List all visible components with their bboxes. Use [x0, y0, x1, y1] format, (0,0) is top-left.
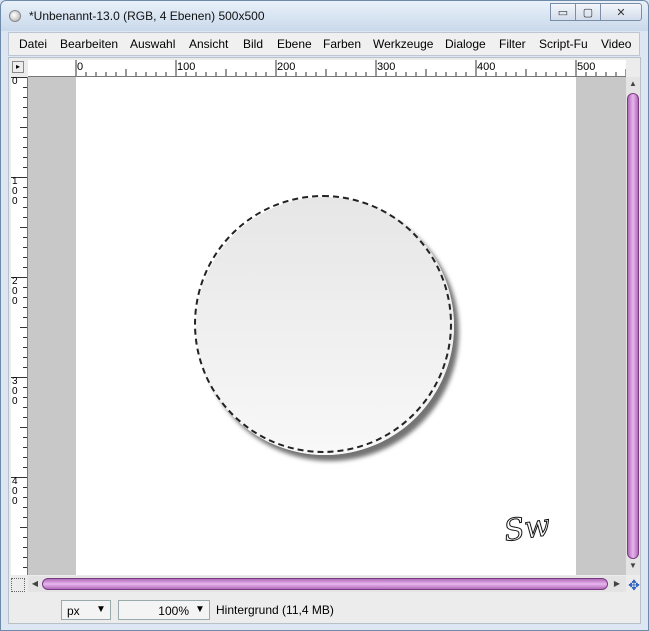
menu-bild[interactable]: Bild — [243, 37, 263, 51]
hruler-label-200: 200 — [277, 61, 296, 73]
menu-bearbeiten[interactable]: Bearbeiten — [60, 37, 118, 51]
canvas-area[interactable]: Sw — [28, 77, 626, 575]
selection-marching-ants — [194, 195, 452, 453]
maximize-button[interactable]: ▢ — [575, 3, 601, 21]
unit-selector[interactable]: px ▼ — [61, 600, 111, 620]
close-button[interactable]: ✕ — [600, 3, 642, 21]
hruler-label-400: 400 — [477, 61, 496, 73]
vruler-label-200: 200 — [12, 276, 18, 307]
signature-watermark: Sw — [501, 507, 553, 550]
window-controls: ▭ ▢ ✕ — [550, 3, 642, 21]
horizontal-ruler[interactable]: 0 100 200 300 400 500 — [28, 60, 626, 77]
menu-auswahl[interactable]: Auswahl — [130, 37, 175, 51]
menu-ebene[interactable]: Ebene — [277, 37, 312, 51]
vertical-scrollbar[interactable]: ▲ ▼ — [626, 77, 640, 575]
zoom-value: 100% — [158, 604, 189, 618]
scroll-right-icon[interactable]: ▶ — [612, 579, 622, 589]
hruler-label-0: 0 — [77, 61, 84, 73]
menu-video[interactable]: Video — [601, 37, 631, 51]
vruler-label-100: 100 — [12, 176, 18, 207]
image-canvas[interactable]: Sw — [76, 77, 576, 575]
menu-ansicht[interactable]: Ansicht — [189, 37, 228, 51]
chevron-down-icon[interactable]: ▼ — [94, 603, 108, 617]
minimize-button[interactable]: ▭ — [550, 3, 576, 21]
menu-bar: Datei Bearbeiten Auswahl Ansicht Bild Eb… — [8, 32, 640, 56]
gimp-app-icon[interactable] — [9, 10, 21, 22]
menu-script-fu[interactable]: Script-Fu — [539, 37, 588, 51]
window-title: *Unbenannt-13.0 (RGB, 4 Ebenen) 500x500 — [29, 9, 265, 23]
hruler-label-100: 100 — [177, 61, 196, 73]
scroll-down-icon[interactable]: ▼ — [628, 561, 638, 571]
horizontal-scrollbar[interactable]: ◀ ▶ — [28, 576, 626, 592]
horizontal-ruler-ticks — [75, 60, 626, 76]
scroll-up-icon[interactable]: ▲ — [628, 79, 638, 89]
vruler-label-0: 0 — [12, 77, 18, 87]
quick-mask-icon[interactable] — [11, 578, 25, 592]
title-bar: *Unbenannt-13.0 (RGB, 4 Ebenen) 500x500 … — [1, 1, 648, 31]
hruler-label-300: 300 — [377, 61, 396, 73]
image-display: ▸ 0 100 200 300 400 500 0 100 200 300 40… — [8, 57, 641, 624]
zoom-selector[interactable]: 100% ▼ — [118, 600, 210, 620]
menu-farben[interactable]: Farben — [323, 37, 361, 51]
image-window: *Unbenannt-13.0 (RGB, 4 Ebenen) 500x500 … — [0, 0, 649, 631]
status-message: Hintergrund (11,4 MB) — [216, 603, 334, 617]
hruler-label-500: 500 — [577, 61, 596, 73]
menu-dialoge[interactable]: Dialoge — [445, 37, 486, 51]
menu-werkzeuge[interactable]: Werkzeuge — [373, 37, 433, 51]
menu-arrow-button[interactable]: ▸ — [12, 61, 24, 73]
vruler-label-400: 400 — [12, 476, 18, 507]
vruler-label-300: 300 — [12, 376, 18, 407]
vertical-ruler[interactable]: 0 100 200 300 400 — [11, 77, 28, 575]
menu-filter[interactable]: Filter — [499, 37, 526, 51]
menu-datei[interactable]: Datei — [19, 37, 47, 51]
navigate-icon[interactable]: ✥ — [627, 578, 641, 592]
status-bar: px ▼ 100% ▼ Hintergrund (11,4 MB) — [9, 596, 640, 623]
vertical-scroll-thumb[interactable] — [627, 93, 639, 559]
chevron-down-icon[interactable]: ▼ — [193, 603, 207, 617]
unit-value: px — [67, 604, 80, 618]
scroll-left-icon[interactable]: ◀ — [30, 579, 40, 589]
horizontal-scroll-thumb[interactable] — [42, 578, 608, 590]
